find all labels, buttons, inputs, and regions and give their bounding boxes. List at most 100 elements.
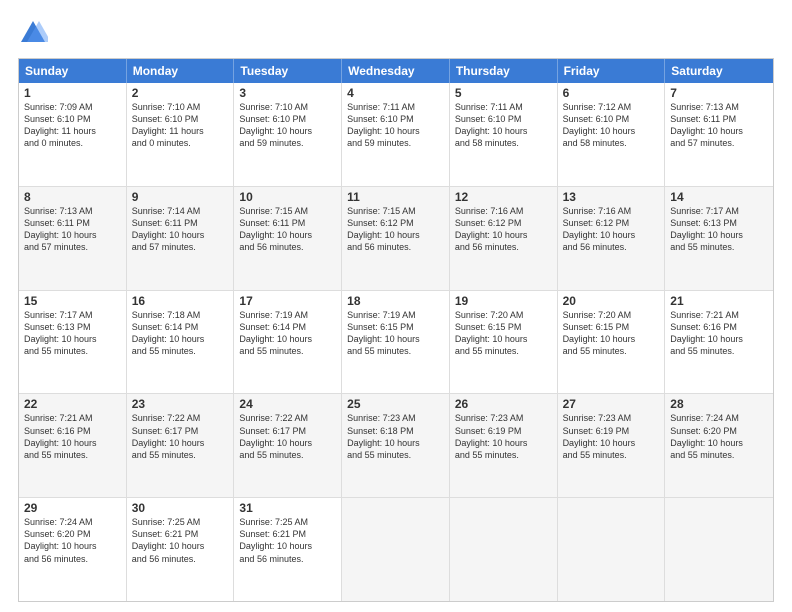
header-day-thursday: Thursday (450, 59, 558, 83)
cal-cell: 31Sunrise: 7:25 AMSunset: 6:21 PMDayligh… (234, 498, 342, 601)
cal-row-1: 1Sunrise: 7:09 AMSunset: 6:10 PMDaylight… (19, 83, 773, 186)
cal-cell: 23Sunrise: 7:22 AMSunset: 6:17 PMDayligh… (127, 394, 235, 497)
day-number: 6 (563, 86, 660, 100)
cal-row-4: 22Sunrise: 7:21 AMSunset: 6:16 PMDayligh… (19, 393, 773, 497)
page: SundayMondayTuesdayWednesdayThursdayFrid… (0, 0, 792, 612)
cell-info: Sunrise: 7:22 AMSunset: 6:17 PMDaylight:… (132, 412, 229, 461)
cal-cell: 12Sunrise: 7:16 AMSunset: 6:12 PMDayligh… (450, 187, 558, 290)
header (18, 18, 774, 48)
header-day-monday: Monday (127, 59, 235, 83)
cell-info: Sunrise: 7:24 AMSunset: 6:20 PMDaylight:… (670, 412, 768, 461)
cal-cell: 18Sunrise: 7:19 AMSunset: 6:15 PMDayligh… (342, 291, 450, 394)
cal-cell (450, 498, 558, 601)
cal-cell: 7Sunrise: 7:13 AMSunset: 6:11 PMDaylight… (665, 83, 773, 186)
cell-info: Sunrise: 7:23 AMSunset: 6:19 PMDaylight:… (563, 412, 660, 461)
day-number: 21 (670, 294, 768, 308)
cal-row-5: 29Sunrise: 7:24 AMSunset: 6:20 PMDayligh… (19, 497, 773, 601)
day-number: 9 (132, 190, 229, 204)
cell-info: Sunrise: 7:10 AMSunset: 6:10 PMDaylight:… (132, 101, 229, 150)
cell-info: Sunrise: 7:15 AMSunset: 6:12 PMDaylight:… (347, 205, 444, 254)
cal-cell: 13Sunrise: 7:16 AMSunset: 6:12 PMDayligh… (558, 187, 666, 290)
cal-cell (342, 498, 450, 601)
cell-info: Sunrise: 7:10 AMSunset: 6:10 PMDaylight:… (239, 101, 336, 150)
header-day-tuesday: Tuesday (234, 59, 342, 83)
day-number: 25 (347, 397, 444, 411)
cal-cell: 8Sunrise: 7:13 AMSunset: 6:11 PMDaylight… (19, 187, 127, 290)
cell-info: Sunrise: 7:21 AMSunset: 6:16 PMDaylight:… (24, 412, 121, 461)
day-number: 26 (455, 397, 552, 411)
cell-info: Sunrise: 7:16 AMSunset: 6:12 PMDaylight:… (455, 205, 552, 254)
cal-cell: 21Sunrise: 7:21 AMSunset: 6:16 PMDayligh… (665, 291, 773, 394)
logo (18, 18, 52, 48)
cell-info: Sunrise: 7:25 AMSunset: 6:21 PMDaylight:… (239, 516, 336, 565)
cal-cell: 1Sunrise: 7:09 AMSunset: 6:10 PMDaylight… (19, 83, 127, 186)
cell-info: Sunrise: 7:11 AMSunset: 6:10 PMDaylight:… (455, 101, 552, 150)
day-number: 11 (347, 190, 444, 204)
cell-info: Sunrise: 7:18 AMSunset: 6:14 PMDaylight:… (132, 309, 229, 358)
cal-cell: 28Sunrise: 7:24 AMSunset: 6:20 PMDayligh… (665, 394, 773, 497)
cal-cell: 17Sunrise: 7:19 AMSunset: 6:14 PMDayligh… (234, 291, 342, 394)
cal-cell (665, 498, 773, 601)
day-number: 3 (239, 86, 336, 100)
cell-info: Sunrise: 7:23 AMSunset: 6:19 PMDaylight:… (455, 412, 552, 461)
cal-cell: 5Sunrise: 7:11 AMSunset: 6:10 PMDaylight… (450, 83, 558, 186)
cal-cell: 24Sunrise: 7:22 AMSunset: 6:17 PMDayligh… (234, 394, 342, 497)
cell-info: Sunrise: 7:19 AMSunset: 6:15 PMDaylight:… (347, 309, 444, 358)
logo-icon (18, 18, 48, 48)
day-number: 22 (24, 397, 121, 411)
day-number: 30 (132, 501, 229, 515)
cal-cell: 10Sunrise: 7:15 AMSunset: 6:11 PMDayligh… (234, 187, 342, 290)
calendar: SundayMondayTuesdayWednesdayThursdayFrid… (18, 58, 774, 602)
cell-info: Sunrise: 7:24 AMSunset: 6:20 PMDaylight:… (24, 516, 121, 565)
day-number: 31 (239, 501, 336, 515)
day-number: 17 (239, 294, 336, 308)
cal-cell: 30Sunrise: 7:25 AMSunset: 6:21 PMDayligh… (127, 498, 235, 601)
cell-info: Sunrise: 7:11 AMSunset: 6:10 PMDaylight:… (347, 101, 444, 150)
day-number: 15 (24, 294, 121, 308)
day-number: 8 (24, 190, 121, 204)
day-number: 7 (670, 86, 768, 100)
day-number: 24 (239, 397, 336, 411)
calendar-body: 1Sunrise: 7:09 AMSunset: 6:10 PMDaylight… (19, 83, 773, 601)
header-day-saturday: Saturday (665, 59, 773, 83)
calendar-header: SundayMondayTuesdayWednesdayThursdayFrid… (19, 59, 773, 83)
day-number: 10 (239, 190, 336, 204)
cell-info: Sunrise: 7:15 AMSunset: 6:11 PMDaylight:… (239, 205, 336, 254)
day-number: 23 (132, 397, 229, 411)
day-number: 16 (132, 294, 229, 308)
cal-cell: 22Sunrise: 7:21 AMSunset: 6:16 PMDayligh… (19, 394, 127, 497)
cell-info: Sunrise: 7:23 AMSunset: 6:18 PMDaylight:… (347, 412, 444, 461)
cell-info: Sunrise: 7:12 AMSunset: 6:10 PMDaylight:… (563, 101, 660, 150)
cal-cell: 15Sunrise: 7:17 AMSunset: 6:13 PMDayligh… (19, 291, 127, 394)
day-number: 27 (563, 397, 660, 411)
day-number: 20 (563, 294, 660, 308)
day-number: 12 (455, 190, 552, 204)
cell-info: Sunrise: 7:13 AMSunset: 6:11 PMDaylight:… (670, 101, 768, 150)
cell-info: Sunrise: 7:20 AMSunset: 6:15 PMDaylight:… (563, 309, 660, 358)
cal-cell: 4Sunrise: 7:11 AMSunset: 6:10 PMDaylight… (342, 83, 450, 186)
cal-cell: 20Sunrise: 7:20 AMSunset: 6:15 PMDayligh… (558, 291, 666, 394)
day-number: 14 (670, 190, 768, 204)
cal-cell: 26Sunrise: 7:23 AMSunset: 6:19 PMDayligh… (450, 394, 558, 497)
cal-cell: 25Sunrise: 7:23 AMSunset: 6:18 PMDayligh… (342, 394, 450, 497)
cell-info: Sunrise: 7:17 AMSunset: 6:13 PMDaylight:… (670, 205, 768, 254)
day-number: 1 (24, 86, 121, 100)
cal-cell: 3Sunrise: 7:10 AMSunset: 6:10 PMDaylight… (234, 83, 342, 186)
header-day-wednesday: Wednesday (342, 59, 450, 83)
cal-cell: 19Sunrise: 7:20 AMSunset: 6:15 PMDayligh… (450, 291, 558, 394)
day-number: 4 (347, 86, 444, 100)
cal-cell: 2Sunrise: 7:10 AMSunset: 6:10 PMDaylight… (127, 83, 235, 186)
cell-info: Sunrise: 7:14 AMSunset: 6:11 PMDaylight:… (132, 205, 229, 254)
cell-info: Sunrise: 7:19 AMSunset: 6:14 PMDaylight:… (239, 309, 336, 358)
cal-row-2: 8Sunrise: 7:13 AMSunset: 6:11 PMDaylight… (19, 186, 773, 290)
cell-info: Sunrise: 7:09 AMSunset: 6:10 PMDaylight:… (24, 101, 121, 150)
day-number: 2 (132, 86, 229, 100)
cal-cell (558, 498, 666, 601)
cell-info: Sunrise: 7:13 AMSunset: 6:11 PMDaylight:… (24, 205, 121, 254)
header-day-sunday: Sunday (19, 59, 127, 83)
header-day-friday: Friday (558, 59, 666, 83)
cal-cell: 29Sunrise: 7:24 AMSunset: 6:20 PMDayligh… (19, 498, 127, 601)
cal-row-3: 15Sunrise: 7:17 AMSunset: 6:13 PMDayligh… (19, 290, 773, 394)
day-number: 29 (24, 501, 121, 515)
day-number: 28 (670, 397, 768, 411)
